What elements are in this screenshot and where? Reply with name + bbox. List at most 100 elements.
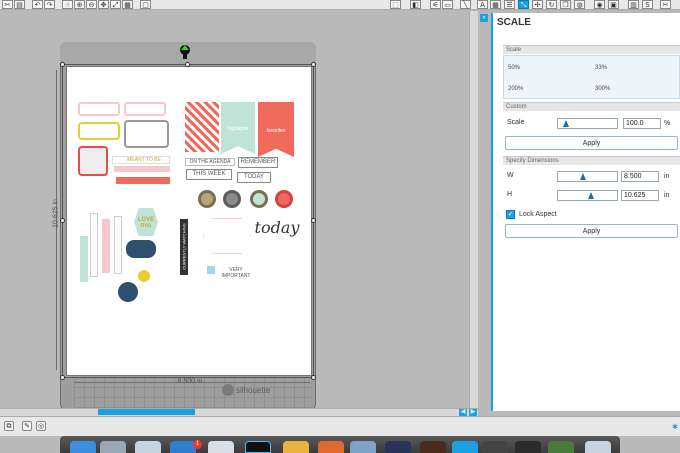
photoshop-icon[interactable]	[385, 441, 411, 453]
ruler-icon[interactable]: ▭	[442, 0, 453, 9]
apply-scale-button[interactable]: Apply	[505, 136, 678, 150]
edit-icon[interactable]: ✎	[22, 421, 32, 431]
banner-striped	[185, 102, 219, 152]
grid-icon[interactable]: ▦	[490, 0, 501, 9]
preset-200[interactable]: 200%	[508, 86, 523, 92]
label-frame-red	[78, 146, 108, 176]
preset-33[interactable]: 33%	[595, 65, 607, 71]
width-slider[interactable]	[557, 171, 618, 182]
scale-unit: %	[664, 120, 671, 127]
circle-sticker-mint	[250, 190, 268, 208]
resize-handle[interactable]	[60, 62, 65, 67]
transform-icon[interactable]: ⬚	[390, 0, 401, 9]
tag-on-the-agenda-text: ON THE AGENDA	[189, 159, 231, 165]
feed-arrow-icon	[180, 45, 190, 59]
tag-very-important-text: VERY IMPORTANT	[221, 267, 251, 279]
launchpad-icon[interactable]	[100, 441, 126, 453]
horizontal-scroll-thumb[interactable]	[98, 409, 195, 415]
fit-icon[interactable]: ⤢	[110, 0, 121, 9]
height-label: H	[507, 191, 513, 198]
gear-icon[interactable]: ✱	[672, 423, 680, 431]
firefox-icon[interactable]	[318, 441, 344, 453]
scale-slider-thumb[interactable]	[563, 120, 569, 127]
lock-aspect-label: Lock Aspect	[519, 211, 557, 218]
scale-label: Scale	[507, 119, 525, 126]
label-frame-pink	[78, 102, 120, 116]
resize-handle[interactable]	[60, 218, 65, 223]
lock-aspect-checkbox[interactable]: ✓	[506, 210, 515, 219]
notification-badge: 1	[193, 440, 202, 449]
cut-settings-icon[interactable]: ✂	[660, 0, 671, 9]
horizontal-scrollbar[interactable]	[0, 408, 478, 416]
safari-icon[interactable]	[135, 441, 161, 453]
eraser-icon[interactable]: ◧	[410, 0, 421, 9]
circle-sticker-heart	[198, 190, 216, 208]
height-slider-thumb[interactable]	[588, 192, 594, 199]
pan-icon[interactable]: ✥	[98, 0, 109, 9]
undo-icon[interactable]: ↶	[32, 0, 43, 9]
preset-box	[503, 55, 680, 99]
tag-this-week-text: THIS WEEK	[192, 171, 226, 177]
store-icon[interactable]: S	[642, 0, 653, 9]
library-icon[interactable]: ▥	[628, 0, 639, 9]
zoom-out-icon[interactable]: ⊖	[86, 0, 97, 9]
pointer-icon[interactable]: ☝	[62, 0, 73, 9]
resize-handle[interactable]	[60, 375, 65, 380]
move-icon[interactable]: ✢	[532, 0, 543, 9]
specify-dimensions-header: Specify Dimensions	[503, 156, 680, 165]
page-icon[interactable]: ▢	[140, 0, 151, 9]
settings-icon[interactable]: ◎	[36, 421, 46, 431]
scroll-arrow-icon[interactable]: ◀	[459, 409, 467, 416]
hexagon-love-this-text: LOVE this	[137, 217, 155, 229]
resize-handle[interactable]	[311, 218, 316, 223]
scissors-icon[interactable]: ✂	[2, 0, 13, 9]
resize-handle[interactable]	[185, 62, 190, 67]
preset-50[interactable]: 50%	[508, 65, 520, 71]
sticker-pink-strip	[114, 166, 170, 172]
collapse-panel-icon[interactable]: »	[480, 14, 488, 22]
resize-handle[interactable]	[311, 62, 316, 67]
rotate-icon[interactable]: ↻	[546, 0, 557, 9]
fill-icon[interactable]: ▣	[608, 0, 619, 9]
line-tool-icon[interactable]: ╲	[460, 0, 471, 9]
text-icon[interactable]: A	[477, 0, 488, 9]
app-icon[interactable]	[482, 441, 508, 453]
silhouette-icon[interactable]	[452, 441, 478, 453]
replicate-icon[interactable]: ❐	[560, 0, 571, 9]
zoom-in-icon[interactable]: ⊕	[74, 0, 85, 9]
scale-input[interactable]: 100.0	[623, 118, 661, 129]
terminal-icon[interactable]	[245, 441, 271, 453]
align-icon[interactable]: ☰	[504, 0, 515, 9]
vertical-scrollbar[interactable]	[469, 11, 478, 408]
mail-icon[interactable]	[208, 441, 234, 453]
system-prefs-icon[interactable]	[350, 441, 376, 453]
app-icon[interactable]	[515, 441, 541, 453]
strip-heres-the-scoop	[90, 213, 98, 277]
grid-select-icon[interactable]: ▦	[122, 0, 133, 9]
preset-300[interactable]: 300%	[595, 86, 610, 92]
chrome-icon[interactable]	[283, 441, 309, 453]
finder-icon[interactable]	[70, 441, 96, 453]
knife-icon[interactable]: ⚟	[430, 0, 441, 9]
silhouette-logo-icon	[222, 384, 234, 396]
redo-icon[interactable]: ↷	[44, 0, 55, 9]
scale-icon[interactable]: ⤡	[518, 0, 529, 9]
apply-dimensions-button[interactable]: Apply	[505, 224, 678, 238]
banner-highlights-text: highlights	[227, 126, 249, 132]
mat-brand-logo: silhouette	[236, 386, 271, 395]
offset-icon[interactable]: ◍	[574, 0, 585, 9]
tag-today-text: TODAY	[243, 174, 265, 180]
tag-remember-text: REMEMBER	[240, 159, 276, 165]
layers-icon[interactable]: ⧉	[4, 421, 14, 431]
height-input[interactable]: 10.625	[621, 190, 659, 201]
stack-icon[interactable]: ▤	[14, 0, 25, 9]
width-slider-thumb[interactable]	[580, 173, 586, 180]
trace-icon[interactable]: ◉	[594, 0, 605, 9]
width-input[interactable]: 8.500	[621, 171, 659, 182]
floral-sticker	[138, 270, 150, 282]
resize-handle[interactable]	[311, 375, 316, 380]
illustrator-icon[interactable]	[420, 441, 446, 453]
app-icon[interactable]	[548, 441, 574, 453]
preview-icon[interactable]	[585, 441, 611, 453]
scroll-arrow-icon[interactable]: ▶	[469, 409, 477, 416]
